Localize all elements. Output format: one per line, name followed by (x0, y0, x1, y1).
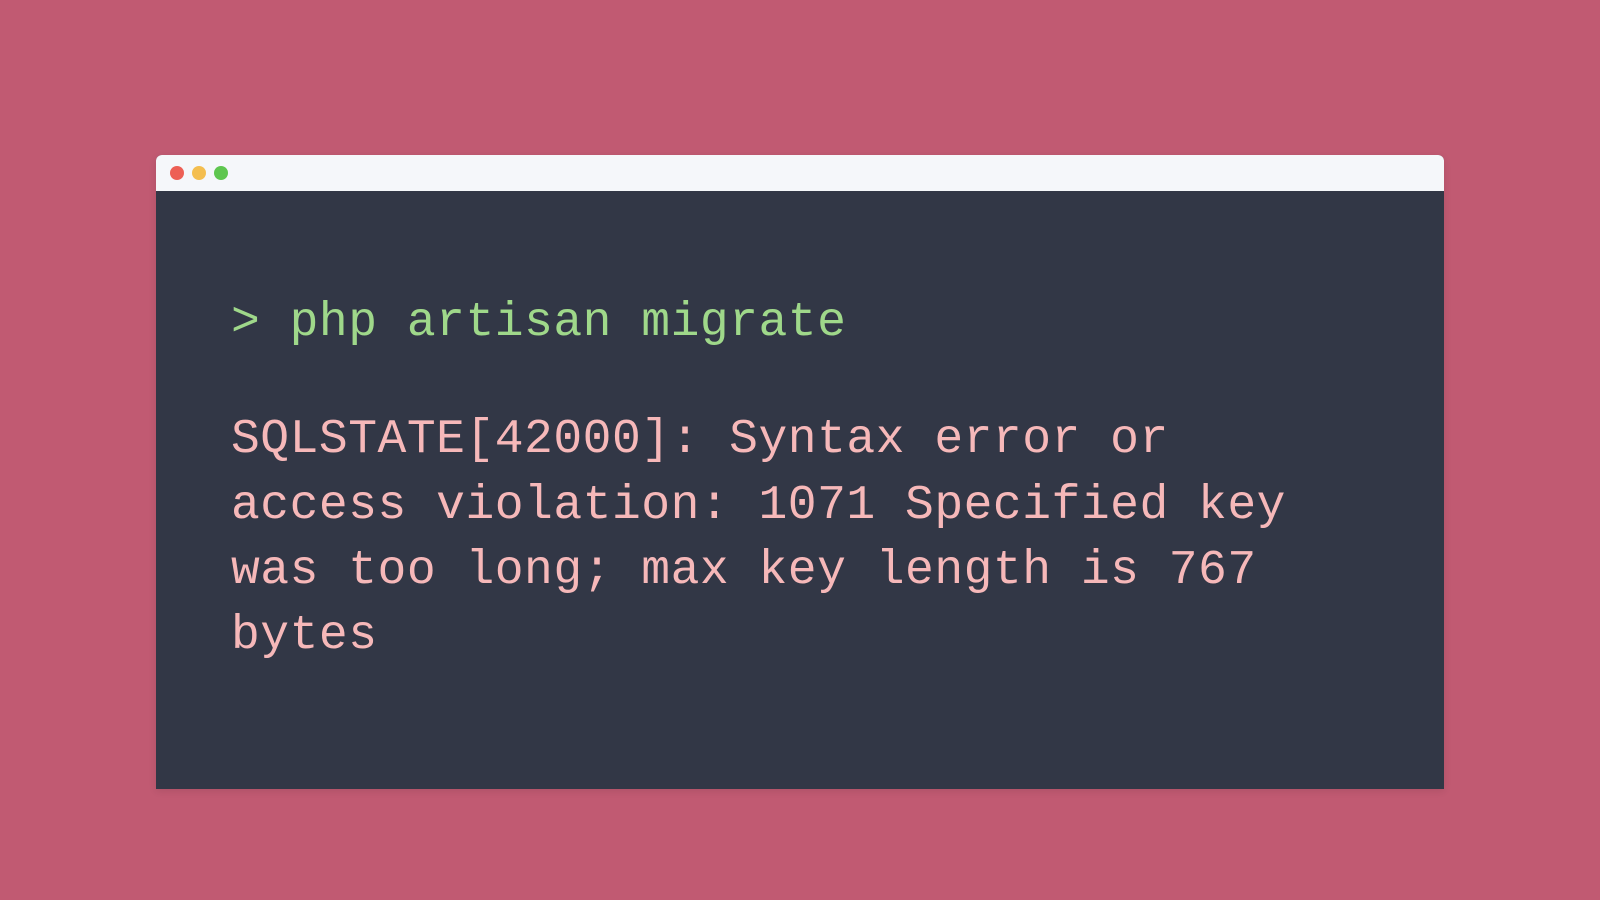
title-bar (156, 155, 1444, 191)
zoom-icon[interactable] (214, 166, 228, 180)
close-icon[interactable] (170, 166, 184, 180)
command-text: php artisan migrate (290, 296, 847, 350)
command-line: > php artisan migrate (231, 291, 1369, 356)
error-output: SQLSTATE[42000]: Syntax error or access … (231, 408, 1369, 669)
terminal-window: > php artisan migrate SQLSTATE[42000]: S… (156, 155, 1444, 789)
terminal-body[interactable]: > php artisan migrate SQLSTATE[42000]: S… (156, 191, 1444, 789)
prompt-symbol: > (231, 296, 260, 350)
minimize-icon[interactable] (192, 166, 206, 180)
